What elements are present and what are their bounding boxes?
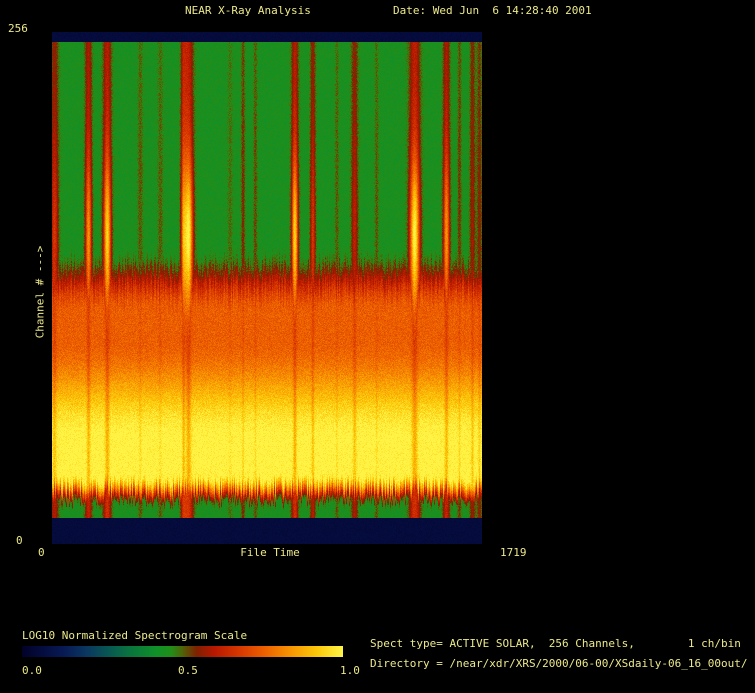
y-axis-min-label: 0 <box>16 534 23 547</box>
y-axis-title: Channel # ---> <box>33 246 46 339</box>
x-axis-min-label: 0 <box>38 546 45 559</box>
near-xray-analysis-window: { "header": { "title": "NEAR X-Ray Analy… <box>0 0 755 693</box>
x-axis-max-label: 1719 <box>500 546 527 559</box>
directory-info: Directory = /near/xdr/XRS/2000/06-00/XSd… <box>370 657 748 670</box>
date-label: Date: Wed Jun 6 14:28:40 2001 <box>393 4 592 17</box>
colorbar-title: LOG10 Normalized Spectrogram Scale <box>22 629 247 642</box>
colorbar-tick-mid: 0.5 <box>178 664 198 677</box>
y-axis-max-label: 256 <box>8 22 28 35</box>
x-axis-title: File Time <box>240 546 300 559</box>
colorbar-tick-max: 1.0 <box>340 664 360 677</box>
spectrogram-plot <box>52 32 482 544</box>
spect-type-info: Spect type= ACTIVE SOLAR, 256 Channels, … <box>370 637 741 650</box>
colorbar-gradient <box>22 646 343 657</box>
window-title: NEAR X-Ray Analysis <box>185 4 311 17</box>
colorbar-tick-min: 0.0 <box>22 664 42 677</box>
